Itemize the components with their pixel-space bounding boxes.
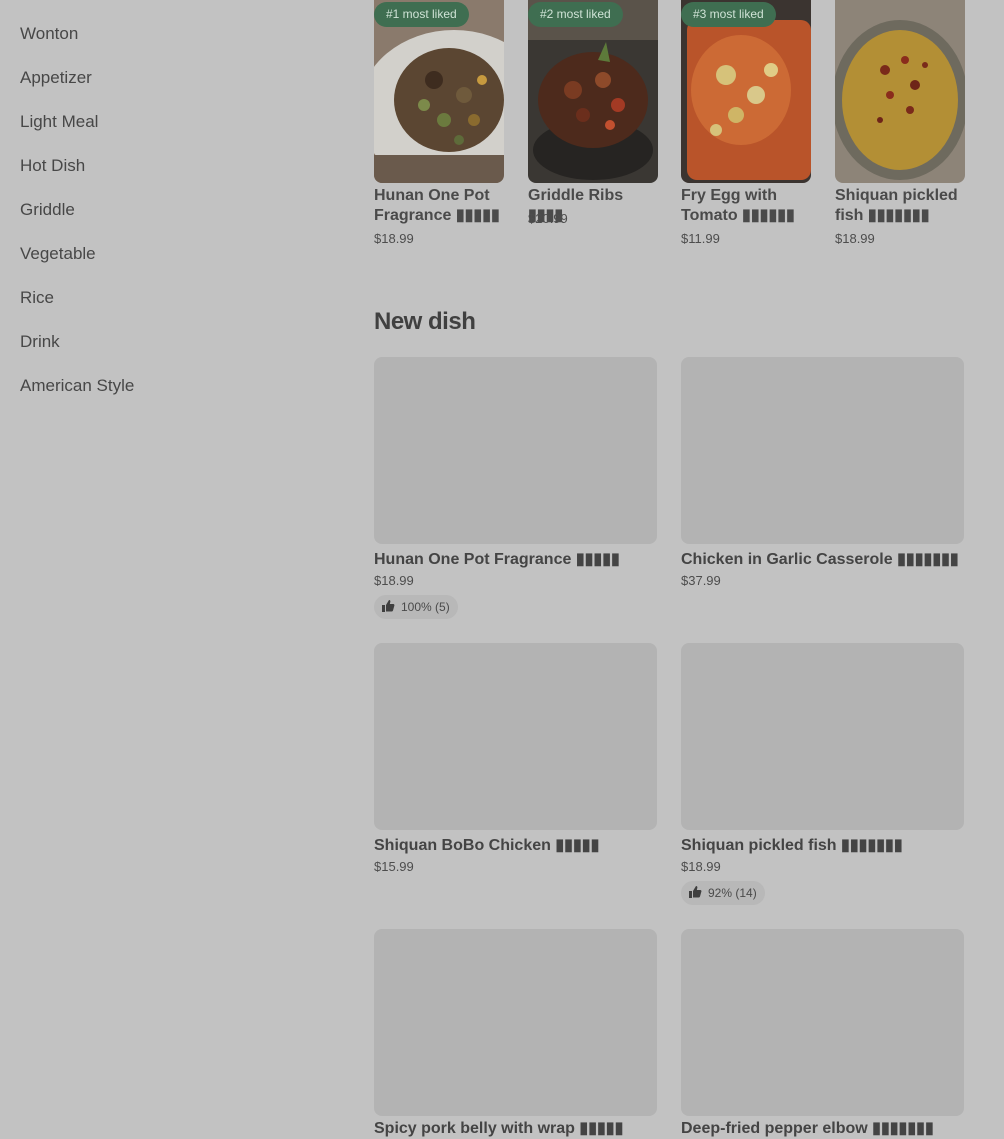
dish-price: $18.99	[835, 231, 875, 246]
rank-badge: #3 most liked	[681, 2, 776, 27]
rank-badge: #2 most liked	[528, 2, 623, 27]
dish-price: $20.99	[528, 211, 568, 226]
sidebar-item-griddle[interactable]: Griddle	[20, 199, 75, 221]
dish-name[interactable]: Shiquan pickled fish ▮▮▮▮▮▮▮	[835, 186, 965, 226]
dish-price: $18.99	[374, 231, 414, 246]
sidebar-item-rice[interactable]: Rice	[20, 287, 54, 309]
dish-name[interactable]: Hunan One Pot Fragrance ▮▮▮▮▮	[374, 550, 620, 570]
dish-name[interactable]: Shiquan pickled fish ▮▮▮▮▮▮▮	[681, 836, 903, 856]
rating-badge: 92% (14)	[681, 881, 765, 905]
dish-name[interactable]: Hunan One Pot Fragrance ▮▮▮▮▮	[374, 186, 504, 226]
dish-name[interactable]: Deep-fried pepper elbow ▮▮▮▮▮▮▮	[681, 1119, 934, 1139]
sidebar-item-wonton[interactable]: Wonton	[20, 23, 78, 45]
sidebar-item-vegetable[interactable]: Vegetable	[20, 243, 96, 265]
dish-name[interactable]: Chicken in Garlic Casserole ▮▮▮▮▮▮▮	[681, 550, 959, 570]
sidebar-item-appetizer[interactable]: Appetizer	[20, 67, 92, 89]
dish-price: $37.99	[681, 573, 721, 588]
rating-badge: 100% (5)	[374, 595, 458, 619]
sidebar-item-light-meal[interactable]: Light Meal	[20, 111, 98, 133]
dish-price: $11.99	[681, 231, 720, 246]
dish-photo[interactable]	[374, 0, 504, 183]
dish-photo[interactable]	[681, 0, 811, 183]
dish-image-placeholder[interactable]	[681, 929, 964, 1116]
dish-price: $18.99	[681, 859, 721, 874]
dish-name[interactable]: Spicy pork belly with wrap ▮▮▮▮▮	[374, 1119, 623, 1139]
rating-text: 92% (14)	[708, 886, 757, 900]
dish-photo[interactable]	[835, 0, 965, 183]
sidebar-item-drink[interactable]: Drink	[20, 331, 60, 353]
section-title-new-dish: New dish	[374, 308, 476, 335]
dish-name[interactable]: Fry Egg with Tomato ▮▮▮▮▮▮	[681, 186, 811, 226]
most-liked-carousel: #1 most liked Hunan One Pot Fragrance ▮▮…	[374, 0, 1004, 260]
rating-text: 100% (5)	[401, 600, 450, 614]
dish-image-placeholder[interactable]	[374, 929, 657, 1116]
sidebar-item-american-style[interactable]: American Style	[20, 375, 134, 397]
dish-image-placeholder[interactable]	[374, 357, 657, 544]
sidebar-item-hot-dish[interactable]: Hot Dish	[20, 155, 85, 177]
dish-image-placeholder[interactable]	[681, 357, 964, 544]
dish-price: $15.99	[374, 859, 414, 874]
rank-badge: #1 most liked	[374, 2, 469, 27]
dish-image-placeholder[interactable]	[681, 643, 964, 830]
thumbs-up-icon	[689, 882, 702, 906]
dish-photo[interactable]	[528, 0, 658, 183]
dish-name[interactable]: Shiquan BoBo Chicken ▮▮▮▮▮	[374, 836, 599, 856]
dish-image-placeholder[interactable]	[374, 643, 657, 830]
dish-price: $18.99	[374, 573, 414, 588]
thumbs-up-icon	[382, 596, 395, 620]
